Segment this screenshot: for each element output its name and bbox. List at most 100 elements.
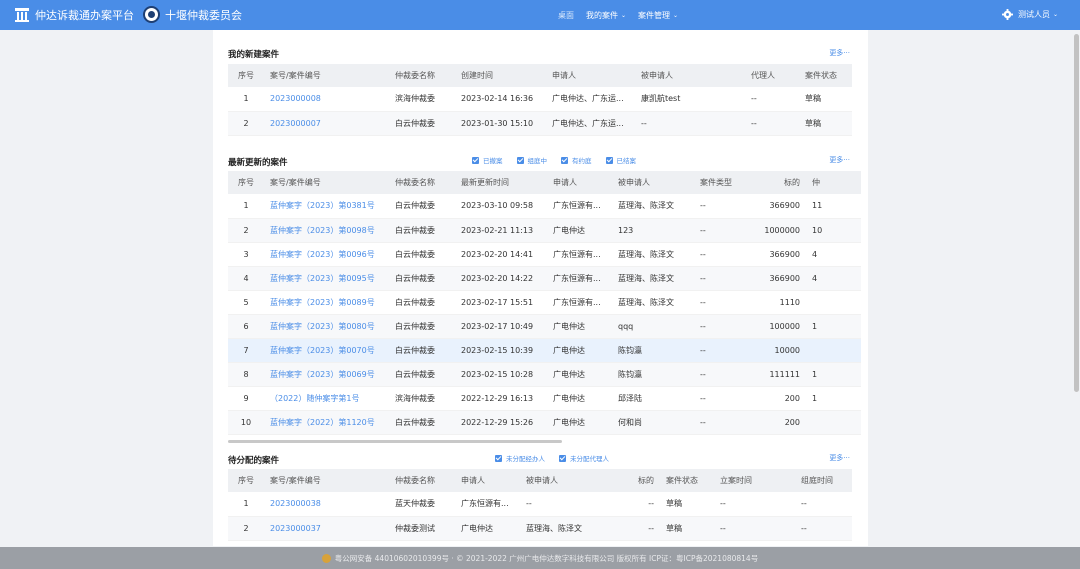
police-badge-icon [321,553,331,563]
table-cell: 草稿 [660,516,714,541]
filter-checkbox[interactable]: 已结案 [605,155,636,165]
table-row[interactable]: 10 蓝仲案字（2022）第1120号 白云仲裁委 2022-12-29 15:26 广… [228,410,861,435]
column-header: 案号/案件编号 [264,171,389,194]
table-cell: 3 [228,242,264,267]
table-row[interactable]: 1 2023000038 蓝天仲裁委 广东恒源有... -- -- 草稿 -- -- [228,492,852,517]
checkbox-checked-icon [516,156,524,164]
table-cell: 广电仲达 [547,338,612,363]
chevron-down-icon: ⌄ [1052,11,1058,18]
case-number-link[interactable]: 蓝仲案字（2023）第0381号 [270,201,375,210]
case-number-link[interactable]: （2022）随仲案字第1号 [270,394,359,403]
table-cell: 2023-02-14 16:36 [455,87,546,112]
new-cases-title: 我的新建案件 [228,50,280,60]
table-cell: 123 [612,218,694,243]
top-nav: 桌面 我的案件 ⌄ 案件管理 ⌄ [558,10,690,21]
table-cell: 2023-02-20 14:41 [455,242,547,267]
checkbox-checked-icon [605,156,613,164]
case-number-link[interactable]: 2023000007 [270,119,321,128]
table-cell: 8 [228,362,264,387]
table-cell: 1 [228,492,264,517]
pending-cases-more-link[interactable]: 更多··· [829,453,850,463]
table-row[interactable]: 2 2023000037 仲裁委测试 广电仲达 蓝理海、陈泽文 -- 草稿 -- -- [228,516,852,541]
table-cell: 2 [228,516,264,541]
case-number-link[interactable]: 蓝仲案字（2023）第0089号 [270,298,375,307]
updated-cases-more-link[interactable]: 更多··· [829,155,850,165]
app-name: 仲达诉裁通办案平台 [35,9,134,22]
case-number-link[interactable]: 蓝仲案字（2023）第0070号 [270,346,375,355]
case-number-link[interactable]: 2023000038 [270,499,321,508]
table-cell: 蓝仲案字（2023）第0089号 [264,290,389,315]
column-header: 组庭时间 [795,469,852,492]
filter-checkbox[interactable]: 组庭中 [516,155,547,165]
table-cell: 2023000038 [264,492,389,517]
table-row[interactable]: 6 蓝仲案字（2023）第0080号 白云仲裁委 2023-02-17 10:49 广电… [228,314,861,339]
nav-case-management[interactable]: 案件管理 ⌄ [638,10,678,21]
filter-checkbox[interactable]: 未分配经办人 [495,453,545,463]
column-header: 序号 [228,171,264,194]
table-cell: -- [694,362,740,387]
table-header-row: 序号 案号/案件编号 仲裁委名称 最新更新时间 申请人 被申请人 案件类型 标的仲 [228,171,861,194]
table-row[interactable]: 8 蓝仲案字（2023）第0069号 白云仲裁委 2023-02-15 10:28 广电… [228,362,861,387]
table-cell: 白云仲裁委 [389,242,455,267]
table-row[interactable]: 2 2023000007 白云仲裁委 2023-01-30 15:10 广电仲达、广东运… [228,111,852,136]
table-cell: 邱泽陆 [612,386,694,411]
case-number-link[interactable]: 蓝仲案字（2023）第0069号 [270,370,375,379]
filter-label: 未分配代理人 [570,455,609,463]
new-cases-section: 我的新建案件 更多··· 序号 案号/案件编号 仲裁委名称 创建时间 申请人 被申请人 代理… [228,44,852,154]
table-row[interactable]: 9 （2022）随仲案字第1号 滨海仲裁委 2022-12-29 16:13 广电仲达邱… [228,386,861,411]
table-cell [806,410,861,435]
org: 十堰仲裁委员会 [143,6,242,23]
table-row[interactable]: 2 蓝仲案字（2023）第0098号 白云仲裁委 2023-02-21 11:13 广电… [228,218,861,243]
table-cell: 11 [806,194,861,219]
brand[interactable]: 仲达诉裁通办案平台 [14,7,134,23]
table-cell: 蓝理海、陈泽文 [612,194,694,219]
nav-my-cases[interactable]: 我的案件 ⌄ [586,10,626,21]
table-cell: 2023-02-17 10:49 [455,314,547,339]
nav-case-management-label: 案件管理 [638,11,671,20]
filter-checkbox[interactable]: 有约庭 [561,155,592,165]
table-cell: 白云仲裁委 [389,314,455,339]
table-cell: 2023-02-20 14:22 [455,266,547,291]
table-cell: 白云仲裁委 [389,218,455,243]
filter-checkbox[interactable]: 未分配代理人 [559,453,609,463]
case-number-link[interactable]: 2023000037 [270,524,321,533]
table-horizontal-scrollbar[interactable] [228,440,562,443]
new-cases-more-link[interactable]: 更多··· [829,48,850,58]
table-cell: 200 [740,386,806,411]
case-number-link[interactable]: 蓝仲案字（2022）第1120号 [270,418,375,427]
case-number-link[interactable]: 蓝仲案字（2023）第0080号 [270,322,375,331]
column-header: 案件类型 [694,171,740,194]
table-row[interactable]: 4 蓝仲案字（2023）第0095号 白云仲裁委 2023-02-20 14:22 广东… [228,266,861,291]
table-row[interactable]: 3 蓝仲案字（2023）第0096号 白云仲裁委 2023-02-20 14:41 广东… [228,242,861,267]
filter-checkbox[interactable]: 已撤案 [472,155,503,165]
table-row[interactable]: 1 蓝仲案字（2023）第0381号 白云仲裁委 2023-03-10 09:58 广东… [228,194,861,219]
table-cell: 广电仲达 [547,362,612,387]
table-cell: 蓝仲案字（2023）第0096号 [264,242,389,267]
column-header: 标的 [740,171,806,194]
table-cell: 2022-12-29 16:13 [455,386,547,411]
case-number-link[interactable]: 蓝仲案字（2023）第0095号 [270,274,375,283]
updated-cases-section: 最新更新的案件 已撤案 组庭中 有约庭 已结案 更多··· 序号 案号/案件编号 仲裁委名… [228,150,861,443]
table-cell: 白云仲裁委 [389,362,455,387]
page-vertical-scrollbar[interactable] [1074,34,1079,392]
updated-cases-filters: 已撤案 组庭中 有约庭 已结案 [472,155,650,165]
table-cell: 白云仲裁委 [389,194,455,219]
footer-text: 粤公网安备 44010602010399号 · © 2021-2022 广州广电… [334,553,759,563]
filter-label: 未分配经办人 [506,455,545,463]
case-number-link[interactable]: 2023000008 [270,94,321,103]
case-number-link[interactable]: 蓝仲案字（2023）第0098号 [270,226,375,235]
table-cell: 2023-02-21 11:13 [455,218,547,243]
new-cases-table: 序号 案号/案件编号 仲裁委名称 创建时间 申请人 被申请人 代理人 案件状态 1 202300… [228,64,852,136]
table-cell: 白云仲裁委 [389,410,455,435]
table-row[interactable]: 5 蓝仲案字（2023）第0089号 白云仲裁委 2023-02-17 15:51 广东… [228,290,861,315]
nav-my-cases-label: 我的案件 [586,11,618,20]
user-menu[interactable]: 测试人员 ⌄ [1001,9,1058,20]
case-number-link[interactable]: 蓝仲案字（2023）第0096号 [270,250,375,259]
table-cell: 9 [228,386,264,411]
table-row[interactable]: 7 蓝仲案字（2023）第0070号 白云仲裁委 2023-02-15 10:39 广电… [228,338,861,363]
table-row[interactable]: 1 2023000008 滨海仲裁委 2023-02-14 16:36 广电仲达、广东运… [228,87,852,112]
updated-cases-title: 最新更新的案件 [228,158,288,168]
nav-desktop[interactable]: 桌面 [558,10,574,21]
table-header-row: 序号 案号/案件编号 仲裁委名称 申请人 被申请人 标的 案件状态 立案时间 组庭时间 [228,469,852,492]
table-cell: 白云仲裁委 [389,266,455,291]
